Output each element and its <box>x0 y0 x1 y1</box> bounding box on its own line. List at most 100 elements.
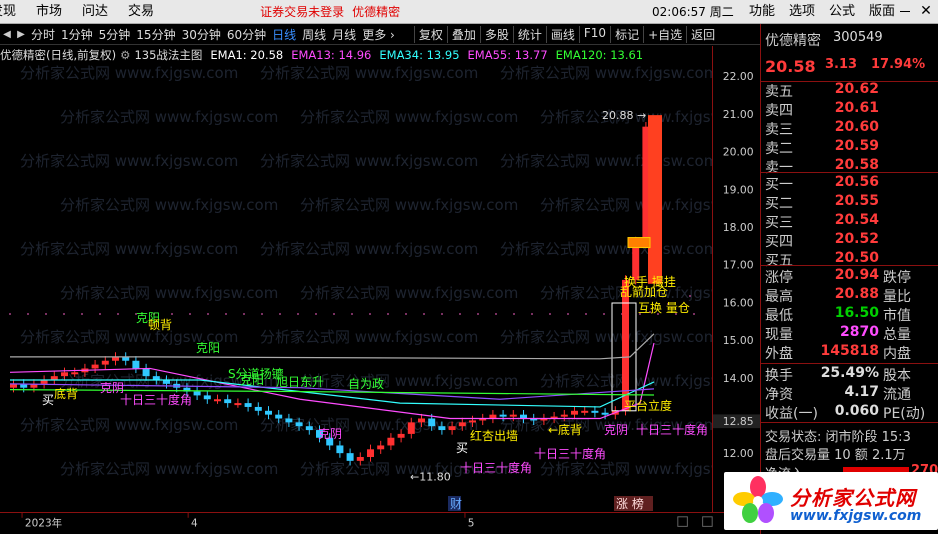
price-tick-label: 22.00 <box>723 70 754 83</box>
tab-period-4[interactable]: 30分钟 <box>179 26 224 43</box>
menu-market[interactable]: 市场 <box>26 0 72 24</box>
asks-label: 卖四 <box>765 103 793 119</box>
tool-button-4[interactable]: 画线 <box>545 25 579 43</box>
menu-options[interactable]: 选项 <box>782 0 822 24</box>
formula-name[interactable]: 135战法主图 <box>134 47 202 63</box>
tool-button-8[interactable]: 返回 <box>686 25 719 43</box>
prev-arrow-icon[interactable]: ◀ <box>0 29 14 40</box>
stats2-label-2: 股本 <box>883 368 911 384</box>
after-hours-volume: 盘后交易量 10 额 2.1万 <box>765 448 906 463</box>
stats2-row[interactable]: 净资 4.17 流通 <box>761 384 938 403</box>
scroll-left-icon[interactable] <box>677 516 688 527</box>
tool-button-7[interactable]: +自选 <box>643 25 686 43</box>
watermark-text: 分析家公式网 www.fxjgsw.com <box>500 328 712 346</box>
ema-value-1: EMA13: 14.96 <box>291 48 372 62</box>
stats2-row[interactable]: 收益(一) 0.060 PE(动) <box>761 403 938 422</box>
stats-value: 145818 <box>820 343 879 359</box>
reference-dot <box>689 295 691 297</box>
tool-button-1[interactable]: 叠加 <box>446 25 480 43</box>
stats-row[interactable]: 外盘 145818 内盘 <box>761 343 938 362</box>
asks-row[interactable]: 卖二 20.59 <box>761 138 938 157</box>
zoom-minus-icon[interactable] <box>702 516 713 527</box>
menu-layout[interactable]: 版面 <box>862 0 902 24</box>
gear-icon[interactable]: ⚙ <box>120 48 130 62</box>
stats-row[interactable]: 现量 2870 总量 <box>761 324 938 343</box>
asks-row[interactable]: 卖三 20.60 <box>761 119 938 138</box>
candle-body <box>214 399 221 402</box>
quote-stock-code: 300549 <box>833 30 883 45</box>
asks-price: 20.58 <box>834 157 879 173</box>
reference-dot <box>369 313 371 315</box>
reference-dot <box>513 313 515 315</box>
tab-period-8[interactable]: 月线 <box>329 26 359 43</box>
menu-wenda[interactable]: 问达 <box>72 0 118 24</box>
quote-change-pct: 17.94% <box>871 57 926 72</box>
minimize-icon[interactable] <box>898 4 912 18</box>
watermark-text: 分析家公式网 www.fxjgsw.com <box>20 240 238 258</box>
bids-row[interactable]: 买二 20.55 <box>761 193 938 212</box>
candle-body <box>377 445 385 450</box>
menu-discover[interactable]: 发现 <box>0 0 26 24</box>
candle-body <box>387 437 395 446</box>
bids-price: 20.50 <box>834 250 879 266</box>
tab-period-2[interactable]: 5分钟 <box>96 26 134 43</box>
stats2-row[interactable]: 换手 25.49% 股本 <box>761 365 938 384</box>
signal-label-magenta: 十日三十度角 <box>460 460 532 475</box>
bids-row[interactable]: 买一 20.56 <box>761 174 938 193</box>
candle-body <box>627 237 651 249</box>
asks-row[interactable]: 卖五 20.62 <box>761 81 938 100</box>
month-tick-label: 4 <box>191 517 198 529</box>
reference-dot <box>405 313 407 315</box>
reference-dot <box>567 313 569 315</box>
tab-period-7[interactable]: 周线 <box>299 26 329 43</box>
event-tag[interactable]: 涨 榜 <box>616 496 644 511</box>
menu-formula[interactable]: 公式 <box>822 0 862 24</box>
tab-period-1[interactable]: 1分钟 <box>58 26 96 43</box>
candle-body <box>265 410 272 415</box>
ema-value-2: EMA34: 13.95 <box>379 48 460 62</box>
close-icon[interactable]: ✕ <box>918 2 934 20</box>
quote-stock-name: 优德精密 <box>765 33 821 49</box>
bids-label: 买二 <box>765 196 793 212</box>
watermark-text: 分析家公式网 www.fxjgsw.com <box>260 152 478 170</box>
price-tick-label: 12.85 <box>723 415 754 428</box>
stats-row[interactable]: 最高 20.88 量比 <box>761 286 938 305</box>
signal-label-magenta: 克阴 <box>318 427 342 441</box>
limit-up-candle <box>648 115 662 284</box>
stats-row[interactable]: 涨停 20.94 跌停 <box>761 267 938 286</box>
stats-label: 最高 <box>765 289 793 305</box>
kline-chart[interactable]: 分析家公式网 www.fxjgsw.com 分析家公式网 www.fxjgsw.c… <box>0 64 712 512</box>
tab-period-5[interactable]: 60分钟 <box>224 26 269 43</box>
reference-dot <box>459 313 461 315</box>
tab-period-0[interactable]: 分时 <box>28 26 58 43</box>
stats-label-2: 量比 <box>883 289 911 305</box>
tool-button-5[interactable]: F10 <box>578 25 610 43</box>
login-notice[interactable]: 证券交易未登录 <box>260 3 344 20</box>
tool-button-2[interactable]: 多股 <box>479 25 513 43</box>
signal-label-white: 买 <box>42 393 54 407</box>
event-tag[interactable]: 财 <box>450 497 462 511</box>
next-arrow-icon[interactable]: ▶ <box>14 29 28 40</box>
tool-button-6[interactable]: 标记 <box>610 25 643 43</box>
candle-body <box>438 426 446 431</box>
candle-body <box>571 410 578 415</box>
tab-period-6[interactable]: 日线 <box>269 26 299 43</box>
divider <box>761 422 938 423</box>
menu-functions[interactable]: 功能 <box>742 0 782 24</box>
bids-row[interactable]: 买三 20.54 <box>761 212 938 231</box>
tab-period-9[interactable]: 更多 › <box>359 26 398 43</box>
asks-row[interactable]: 卖四 20.61 <box>761 100 938 119</box>
signal-label-yellow: ←底背 <box>548 422 582 437</box>
tool-button-0[interactable]: 复权 <box>413 25 447 43</box>
watermark-text: 分析家公式网 www.fxjgsw.com <box>300 196 518 214</box>
candle-body <box>132 360 140 369</box>
candle-body <box>469 420 476 423</box>
signal-label-green: 克阳 <box>196 341 220 355</box>
month-tick-label: 5 <box>468 517 475 529</box>
bids-row[interactable]: 买四 20.52 <box>761 231 938 250</box>
tool-button-3[interactable]: 统计 <box>512 25 546 43</box>
reference-dot <box>477 313 479 315</box>
tab-period-3[interactable]: 15分钟 <box>133 26 178 43</box>
stats-row[interactable]: 最低 16.50 市值 <box>761 305 938 324</box>
menu-trade[interactable]: 交易 <box>118 0 164 24</box>
